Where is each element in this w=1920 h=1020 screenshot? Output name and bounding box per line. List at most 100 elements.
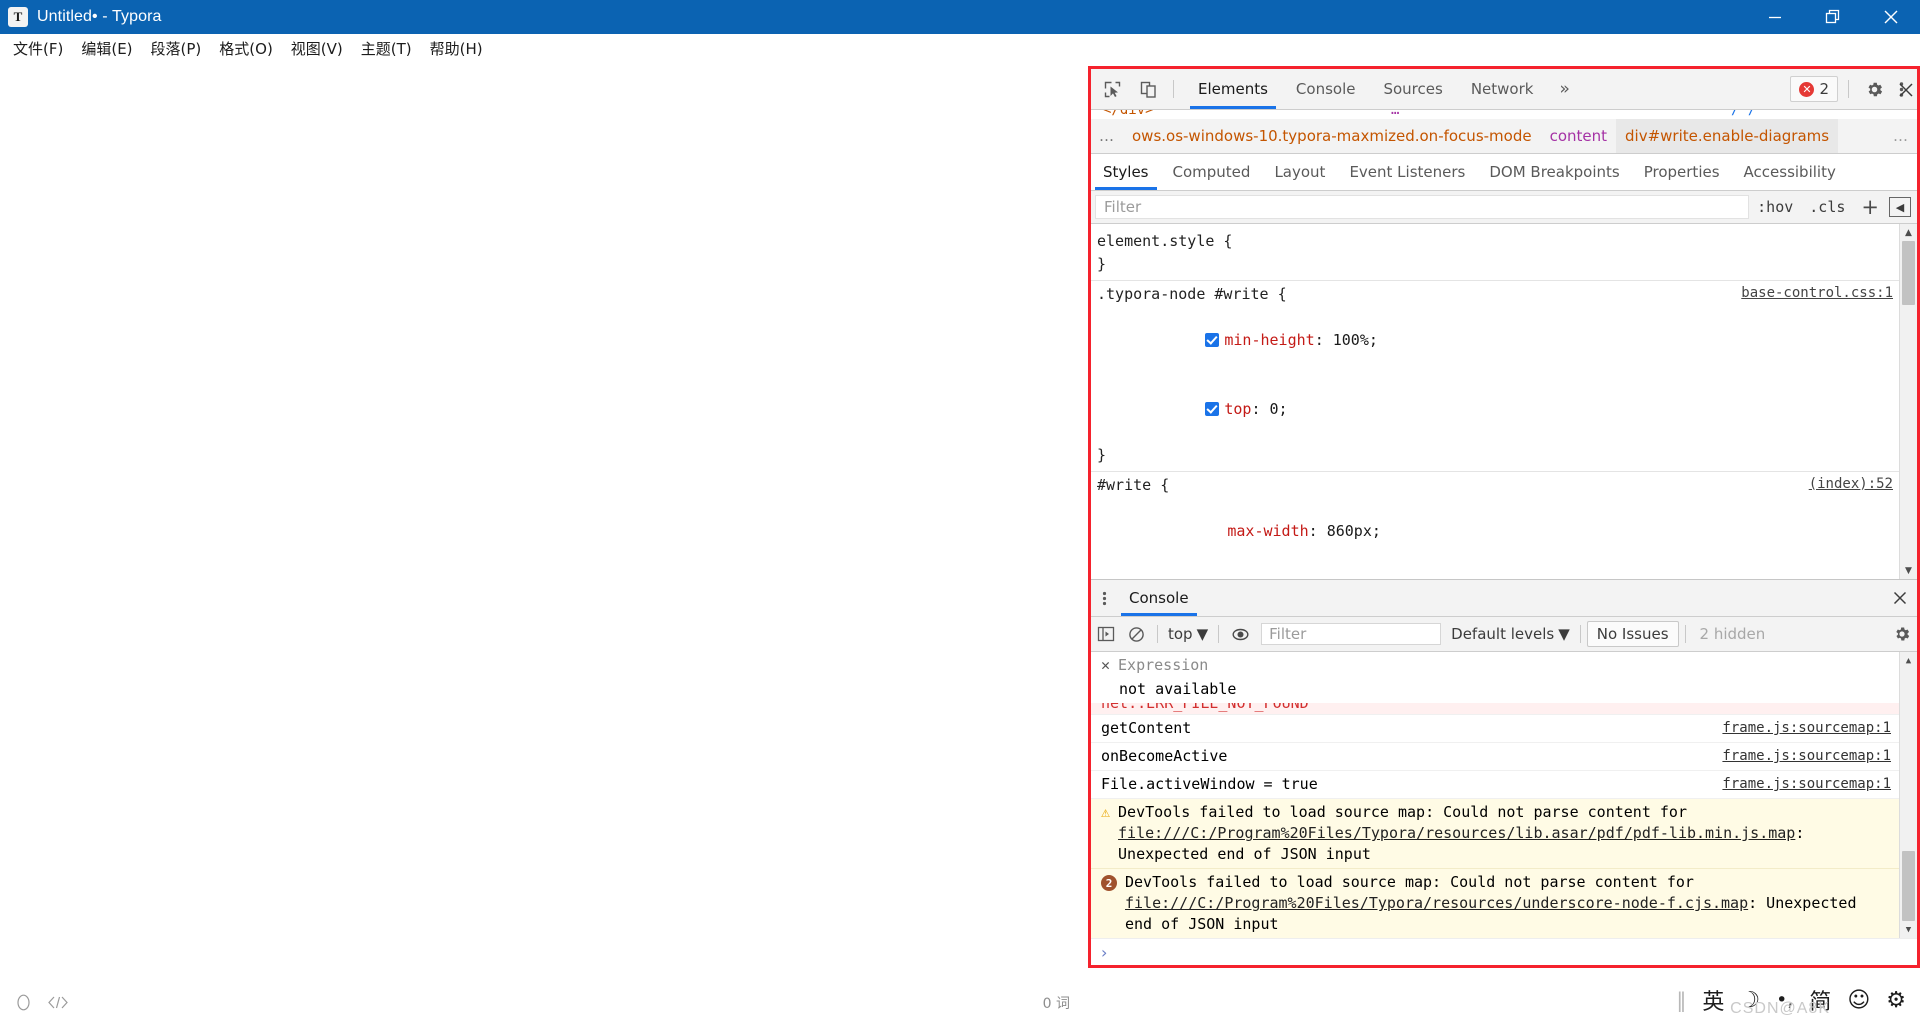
menu-item-help[interactable]: 帮助(H) xyxy=(421,34,492,64)
menu-item-edit[interactable]: 编辑(E) xyxy=(72,34,141,64)
menu-item-theme[interactable]: 主题(T) xyxy=(352,34,421,64)
style-rule-element-style[interactable]: element.style { } xyxy=(1091,228,1899,281)
subtab-accessibility[interactable]: Accessibility xyxy=(1732,154,1848,190)
drawer-tab-console[interactable]: Console xyxy=(1117,580,1201,616)
console-filter-input[interactable]: Filter xyxy=(1261,623,1442,645)
declaration-row[interactable]: max-width: 860px; xyxy=(1097,497,1899,566)
console-sidebar-icon[interactable] xyxy=(1091,619,1121,649)
console-log-source-link[interactable]: frame.js:sourcemap:1 xyxy=(1722,718,1891,739)
warning-source-map-link[interactable]: file:///C:/Program%20Files/Typora/resour… xyxy=(1118,824,1795,842)
menu-item-paragraph[interactable]: 段落(P) xyxy=(142,34,211,64)
styles-scrollbar[interactable]: ▲ ▼ xyxy=(1899,224,1917,579)
cls-toggle-button[interactable]: .cls xyxy=(1801,198,1853,216)
live-expression-icon[interactable] xyxy=(1225,619,1255,649)
console-warning-row[interactable]: ⚠ DevTools failed to load source map: Co… xyxy=(1091,799,1899,869)
minimize-button[interactable] xyxy=(1746,0,1804,34)
scrollbar-thumb[interactable] xyxy=(1902,241,1915,305)
console-prompt[interactable]: › xyxy=(1091,938,1917,965)
declaration-row[interactable]: min-height: 100%; xyxy=(1097,306,1899,375)
console-log-source-link[interactable]: frame.js:sourcemap:1 xyxy=(1722,746,1891,767)
live-expression-row[interactable]: ✕ Expression xyxy=(1091,652,1899,679)
outline-toggle-icon[interactable] xyxy=(16,994,31,1011)
style-rule-typora-node-write[interactable]: base-control.css:1 .typora-node #write {… xyxy=(1091,281,1899,472)
source-code-icon[interactable] xyxy=(47,995,69,1010)
subtab-layout[interactable]: Layout xyxy=(1262,154,1337,190)
console-toolbar-divider-3 xyxy=(1579,625,1581,643)
gear-icon[interactable] xyxy=(1859,74,1889,104)
close-button[interactable] xyxy=(1862,0,1920,34)
warning-triangle-icon: ⚠ xyxy=(1101,803,1111,821)
breadcrumb-item-content[interactable]: content xyxy=(1541,119,1616,153)
subtab-dom-breakpoints[interactable]: DOM Breakpoints xyxy=(1477,154,1631,190)
scroll-up-arrow-icon[interactable]: ▲ xyxy=(1905,224,1912,241)
declaration-property[interactable]: min-height xyxy=(1224,331,1314,349)
tab-console[interactable]: Console xyxy=(1282,69,1370,109)
new-style-rule-button[interactable]: + xyxy=(1853,196,1887,218)
styles-filter-input[interactable]: Filter xyxy=(1095,195,1750,219)
scroll-down-arrow-icon[interactable]: ▼ xyxy=(1906,921,1911,938)
more-tabs-icon[interactable]: » xyxy=(1547,69,1581,109)
declaration-value[interactable]: 860px; xyxy=(1327,522,1381,540)
menu-item-view[interactable]: 视图(V) xyxy=(282,34,352,64)
toggle-right-panel-icon[interactable]: ◀ xyxy=(1889,197,1911,217)
editor-canvas[interactable] xyxy=(0,64,1088,994)
error-count-badge[interactable]: ✕ 2 xyxy=(1790,76,1838,102)
subtab-properties[interactable]: Properties xyxy=(1632,154,1732,190)
remove-expression-icon[interactable]: ✕ xyxy=(1101,655,1110,676)
no-issues-button[interactable]: No Issues xyxy=(1586,621,1679,647)
declaration-checkbox[interactable] xyxy=(1205,402,1220,416)
hov-toggle-button[interactable]: :hov xyxy=(1749,198,1801,216)
scroll-up-arrow-icon[interactable]: ▲ xyxy=(1906,652,1911,669)
console-levels-selector[interactable]: Default levels ▼ xyxy=(1447,625,1574,643)
rule-selector[interactable]: #write { xyxy=(1097,474,1899,497)
console-log-row[interactable]: onBecomeActive frame.js:sourcemap:1 xyxy=(1091,743,1899,771)
restore-button[interactable] xyxy=(1804,0,1862,34)
ime-language-icon[interactable]: 英 xyxy=(1702,984,1724,1016)
breadcrumb-overflow-right[interactable]: … xyxy=(1885,127,1917,145)
inspect-element-icon[interactable] xyxy=(1097,74,1127,104)
scroll-down-arrow-icon[interactable]: ▼ xyxy=(1905,562,1912,579)
error-source-map-link[interactable]: file:///C:/Program%20Files/Typora/resour… xyxy=(1125,894,1748,912)
console-log-source-link[interactable]: frame.js:sourcemap:1 xyxy=(1722,774,1891,795)
ime-settings-gear-icon[interactable]: ⚙ xyxy=(1886,988,1906,1013)
menu-item-format[interactable]: 格式(O) xyxy=(210,34,282,64)
console-context-selector[interactable]: top ▼ xyxy=(1164,625,1212,643)
tab-elements[interactable]: Elements xyxy=(1184,69,1282,109)
subtab-event-listeners[interactable]: Event Listeners xyxy=(1337,154,1477,190)
live-expression-value-text: not available xyxy=(1119,680,1237,698)
devtools-close-icon[interactable] xyxy=(1892,72,1920,108)
declaration-property[interactable]: max-width xyxy=(1227,522,1308,540)
more-vertical-icon[interactable] xyxy=(1091,590,1117,607)
breadcrumb-item-write[interactable]: div#write.enable-diagrams xyxy=(1616,119,1839,153)
rule-selector[interactable]: element.style { xyxy=(1097,230,1899,253)
console-settings-gear-icon[interactable] xyxy=(1887,625,1917,643)
rule-origin-link[interactable]: base-control.css:1 xyxy=(1741,285,1893,301)
console-error-row[interactable]: 2 DevTools failed to load source map: Co… xyxy=(1091,869,1899,938)
word-count-label[interactable]: 0 词 xyxy=(1043,993,1070,1013)
tab-network[interactable]: Network xyxy=(1457,69,1548,109)
declaration-value[interactable]: 100%; xyxy=(1333,331,1378,349)
subtab-computed[interactable]: Computed xyxy=(1161,154,1263,190)
device-toggle-icon[interactable] xyxy=(1133,74,1163,104)
console-log-row[interactable]: File.activeWindow = true frame.js:source… xyxy=(1091,771,1899,799)
toolbar-divider xyxy=(1173,80,1174,98)
subtab-styles[interactable]: Styles xyxy=(1091,154,1161,190)
tab-sources[interactable]: Sources xyxy=(1369,69,1456,109)
declaration-value[interactable]: 0; xyxy=(1270,400,1288,418)
scrollbar-thumb[interactable] xyxy=(1902,851,1915,921)
ime-emoji-icon[interactable]: ☺ xyxy=(1847,988,1870,1013)
declaration-property[interactable]: top xyxy=(1224,400,1251,418)
rule-origin-link[interactable]: (index):52 xyxy=(1809,476,1893,492)
menu-item-file[interactable]: 文件(F) xyxy=(4,34,72,64)
console-scrollbar[interactable]: ▲ ▼ xyxy=(1899,652,1917,938)
breadcrumb-overflow-left[interactable]: … xyxy=(1091,119,1123,153)
style-rule-write[interactable]: (index):52 #write { max-width: 860px; ma… xyxy=(1091,472,1899,579)
breadcrumb-item-body[interactable]: ows.os-windows-10.typora-maxmized.on-foc… xyxy=(1123,119,1541,153)
clear-console-icon[interactable] xyxy=(1121,619,1151,649)
console-log-row[interactable]: getContent frame.js:sourcemap:1 xyxy=(1091,715,1899,743)
declaration-checkbox[interactable] xyxy=(1205,333,1220,347)
declaration-row[interactable]: top: 0; xyxy=(1097,375,1899,444)
declaration-row[interactable]: margin:▶0 auto; xyxy=(1097,566,1899,579)
drawer-close-icon[interactable] xyxy=(1883,591,1917,605)
console-error-clipped[interactable]: net::ERR_FILE_NOT_FOUND xyxy=(1091,703,1899,715)
